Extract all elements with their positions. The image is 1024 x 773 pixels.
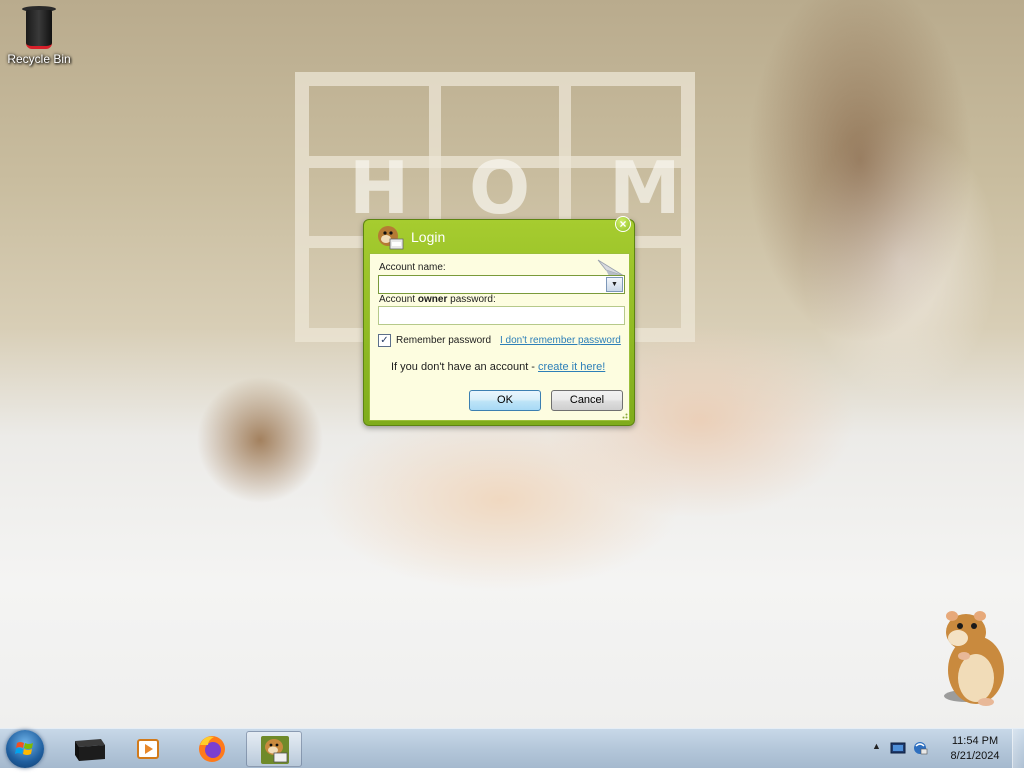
start-button[interactable] xyxy=(6,730,44,768)
account-name-label: Account name: xyxy=(379,262,446,273)
recycle-bin-shortcut[interactable]: Recycle Bin xyxy=(6,4,72,66)
login-dialog: Login × Account name: ▼ Account owner pa… xyxy=(363,216,635,426)
hamster-gadget[interactable] xyxy=(936,604,1010,708)
password-label: Account owner password: xyxy=(379,294,496,305)
show-desktop-button[interactable] xyxy=(1012,729,1024,769)
network-icon[interactable] xyxy=(912,741,928,755)
desktop-background: H O M Recycle Bin Login × Account name: … xyxy=(0,0,1024,728)
clock-time: 11:54 PM xyxy=(951,735,999,747)
account-name-combobox[interactable]: ▼ xyxy=(378,275,625,295)
media-player-icon xyxy=(137,739,159,759)
show-hidden-icons-button[interactable]: ▲ xyxy=(872,741,881,751)
no-account-text: If you don't have an account - create it… xyxy=(391,361,606,373)
taskbar-hamster-box[interactable] xyxy=(246,731,302,767)
remember-password-checkbox[interactable]: ✓ xyxy=(378,334,391,347)
hamster-box-icon xyxy=(261,736,289,764)
clock[interactable]: 11:54 PM 8/21/2024 xyxy=(940,734,1010,764)
resize-grip-icon[interactable] xyxy=(620,411,628,419)
cancel-button[interactable]: Cancel xyxy=(551,390,623,411)
taskbar-file-manager[interactable] xyxy=(61,731,117,767)
ok-button[interactable]: OK xyxy=(469,390,541,411)
remember-password-label[interactable]: Remember password xyxy=(396,335,491,346)
dialog-body: Account name: ▼ Account owner password: … xyxy=(369,253,630,421)
forgot-password-link[interactable]: I don't remember password xyxy=(500,335,621,346)
recycle-bin-icon xyxy=(22,4,56,49)
firefox-icon xyxy=(199,736,225,762)
close-button[interactable]: × xyxy=(615,216,631,232)
hamster-icon xyxy=(944,611,1004,706)
password-input[interactable] xyxy=(378,306,625,325)
account-name-input[interactable] xyxy=(379,277,605,295)
action-center-icon[interactable] xyxy=(890,741,906,755)
system-tray: ▲ 11:54 PM 8/21/2024 xyxy=(864,729,1024,769)
taskbar-firefox[interactable] xyxy=(184,731,240,767)
hamster-box-icon xyxy=(376,224,404,250)
taskbar-media-player[interactable] xyxy=(121,731,177,767)
taskbar: ▲ 11:54 PM 8/21/2024 xyxy=(0,728,1024,769)
black-box-icon xyxy=(75,739,105,761)
clock-date: 8/21/2024 xyxy=(950,750,1000,762)
recycle-bin-label: Recycle Bin xyxy=(7,52,71,66)
dialog-title: Login xyxy=(411,229,446,245)
create-account-link[interactable]: create it here! xyxy=(538,361,605,373)
windows-logo-icon xyxy=(15,742,33,755)
dialog-title-bar[interactable]: Login × xyxy=(364,216,634,254)
dropdown-arrow-icon[interactable]: ▼ xyxy=(606,277,623,292)
